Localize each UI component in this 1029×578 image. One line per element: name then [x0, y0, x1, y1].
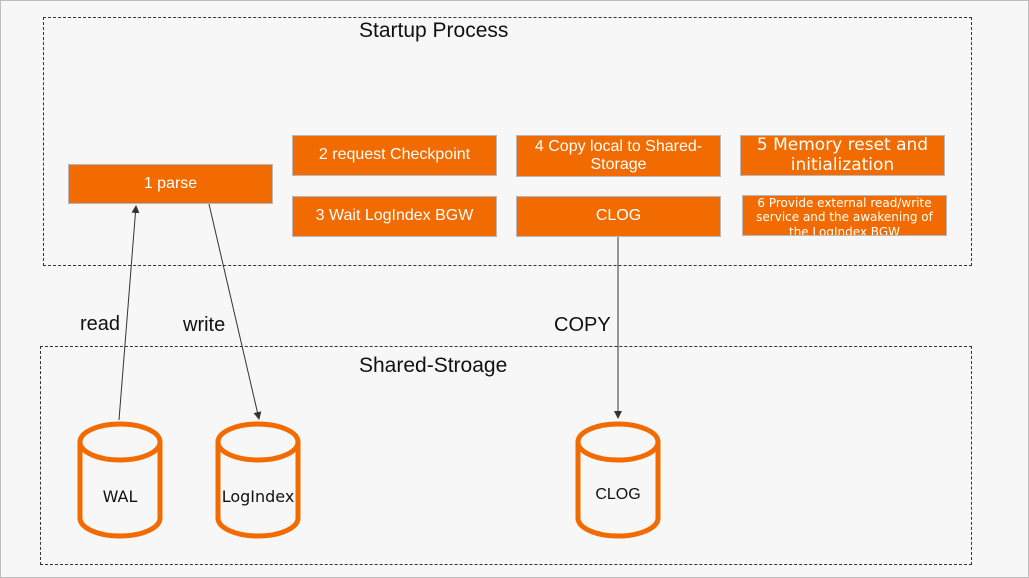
step-parse: 1 parse: [68, 164, 273, 204]
step-copy-local: 4 Copy local to Shared- Storage: [516, 135, 721, 177]
step-provide-service-line2: service and the awakening of: [756, 210, 933, 225]
edge-label-copy: COPY: [554, 314, 611, 336]
cylinder-icon: [575, 421, 661, 539]
database-wal: WAL: [76, 420, 164, 540]
step-provide-service: 6 Provide external read/write service an…: [742, 195, 947, 236]
edge-label-read: read: [80, 313, 121, 335]
shared-storage-group: [40, 346, 972, 565]
step-memory-reset: 5 Memory reset and initialization: [740, 135, 945, 176]
database-logindex: LogIndex: [214, 420, 302, 540]
line3-prefix: the: [789, 224, 813, 236]
edge-label-write: write: [183, 314, 226, 336]
step-request-checkpoint: 2 request Checkpoint: [292, 135, 497, 176]
step-copy-local-line2: Storage: [590, 156, 647, 173]
step-wait-logindex: 3 Wait LogIndex BGW: [292, 196, 497, 237]
step-parse-label: 1 parse: [143, 174, 198, 192]
database-logindex-label: LogIndex: [221, 487, 295, 506]
cylinder-icon: [215, 421, 301, 539]
step-memory-reset-line1: 5 Memory reset and: [756, 134, 929, 155]
startup-process-title: Startup Process: [359, 19, 509, 42]
step-wait-logindex-label: 3 Wait LogIndex BGW: [315, 207, 474, 225]
database-clog-label: CLOG: [595, 486, 641, 503]
step-provide-service-line1: 6 Provide external read/write: [757, 196, 932, 210]
cylinder-icon: [77, 421, 163, 539]
step-copy-local-line1: 4 Copy local to Shared-: [534, 137, 703, 155]
database-wal-label: WAL: [102, 487, 138, 506]
step-clog-label: CLOG: [595, 207, 642, 225]
line3-suffix: BGW: [866, 224, 900, 236]
spellcheck-word: LogIndex: [812, 224, 867, 236]
step-request-checkpoint-label: 2 request Checkpoint: [318, 146, 471, 164]
step-provide-service-line3: the LogIndex BGW: [756, 224, 933, 236]
step-memory-reset-line2: initialization: [790, 154, 895, 175]
shared-storage-title: Shared-Stroage: [359, 354, 508, 377]
step-clog: CLOG: [516, 196, 721, 237]
database-clog: CLOG: [574, 420, 662, 540]
